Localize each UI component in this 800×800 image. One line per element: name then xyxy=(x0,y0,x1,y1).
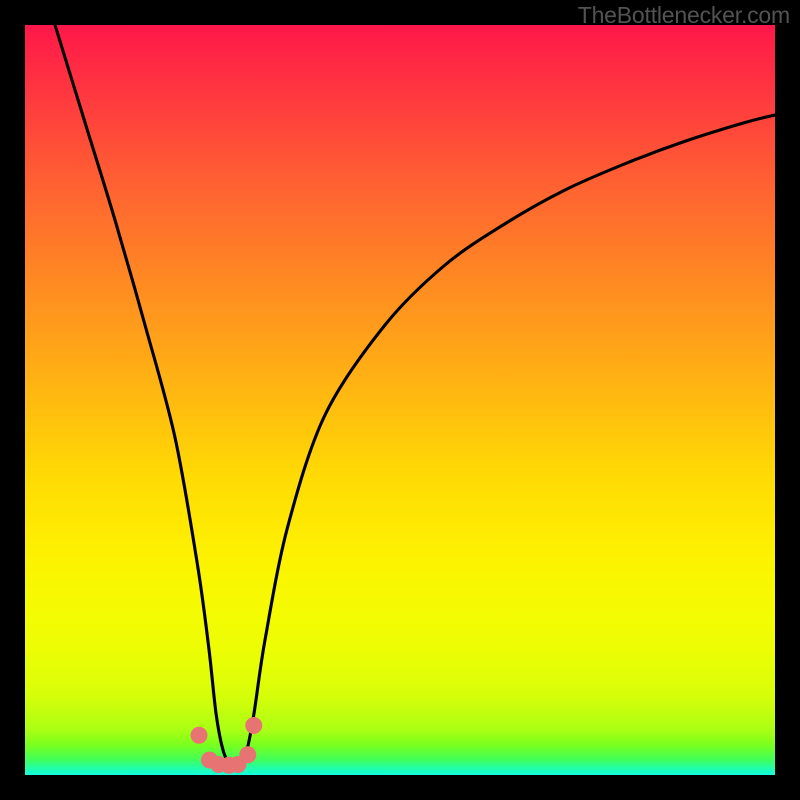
bottleneck-curve xyxy=(55,25,775,765)
highlight-dot xyxy=(239,746,256,763)
chart-frame: TheBottlenecker.com xyxy=(0,0,800,800)
highlight-dots-group xyxy=(191,717,263,774)
highlight-dot xyxy=(245,717,262,734)
attribution-text: TheBottlenecker.com xyxy=(578,2,790,29)
highlight-dot xyxy=(191,727,208,744)
curve-layer xyxy=(25,25,775,775)
